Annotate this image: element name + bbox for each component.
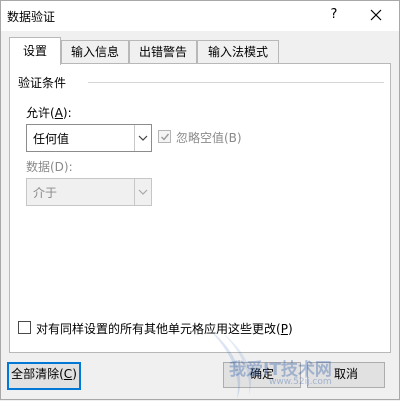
tab-ime-mode-label: 输入法模式 [207, 45, 268, 59]
chevron-down-icon [138, 189, 148, 195]
apply-to-all-checkbox[interactable] [18, 321, 31, 334]
close-icon [370, 9, 382, 21]
allow-select[interactable]: 任何值 [26, 124, 152, 152]
clear-all-button[interactable]: 全部清除(C) [7, 362, 81, 390]
ok-button-label: 确定 [249, 367, 274, 381]
group-divider [88, 82, 384, 83]
checkmark-icon [161, 133, 170, 141]
ok-button[interactable]: 确定 [223, 362, 301, 388]
ignore-blank-checkbox[interactable] [158, 130, 171, 143]
data-label: 数据(D): [26, 160, 73, 174]
apply-to-all-label: 对有同样设置的所有其他单元格应用这些更改(P) [36, 322, 293, 336]
close-button[interactable] [361, 3, 391, 27]
tab-input-message-label: 输入信息 [70, 45, 119, 59]
data-dropdown-button[interactable] [134, 179, 151, 205]
allow-dropdown-button[interactable] [134, 125, 151, 151]
data-select[interactable]: 介于 [26, 178, 152, 206]
title-bar: 数据验证 ? [1, 1, 399, 31]
data-validation-dialog: 数据验证 ? 设置 输入信息 出错警告 输入法模式 验证条件 允许(A): 任何… [0, 0, 400, 400]
tab-settings[interactable]: 设置 [9, 37, 61, 65]
help-icon: ? [330, 7, 338, 22]
tab-error-alert[interactable]: 出错警告 [129, 40, 197, 63]
chevron-down-icon [138, 135, 148, 141]
tab-settings-label: 设置 [22, 44, 47, 58]
validation-criteria-label: 验证条件 [18, 76, 67, 90]
data-select-value: 介于 [33, 186, 58, 200]
cancel-button-label: 取消 [333, 367, 358, 381]
allow-label: 允许(A): [26, 106, 72, 120]
cancel-button[interactable]: 取消 [307, 362, 385, 388]
settings-panel: 验证条件 允许(A): 任何值 忽略空值(B) 数据(D): 介于 对有同样设置… [9, 63, 391, 353]
allow-select-value: 任何值 [33, 132, 70, 146]
tab-ime-mode[interactable]: 输入法模式 [197, 40, 279, 63]
tab-input-message[interactable]: 输入信息 [61, 40, 129, 63]
help-button[interactable]: ? [319, 3, 349, 27]
window-title: 数据验证 [7, 10, 56, 24]
ignore-blank-label: 忽略空值(B) [176, 131, 242, 145]
tab-error-alert-label: 出错警告 [138, 45, 187, 59]
